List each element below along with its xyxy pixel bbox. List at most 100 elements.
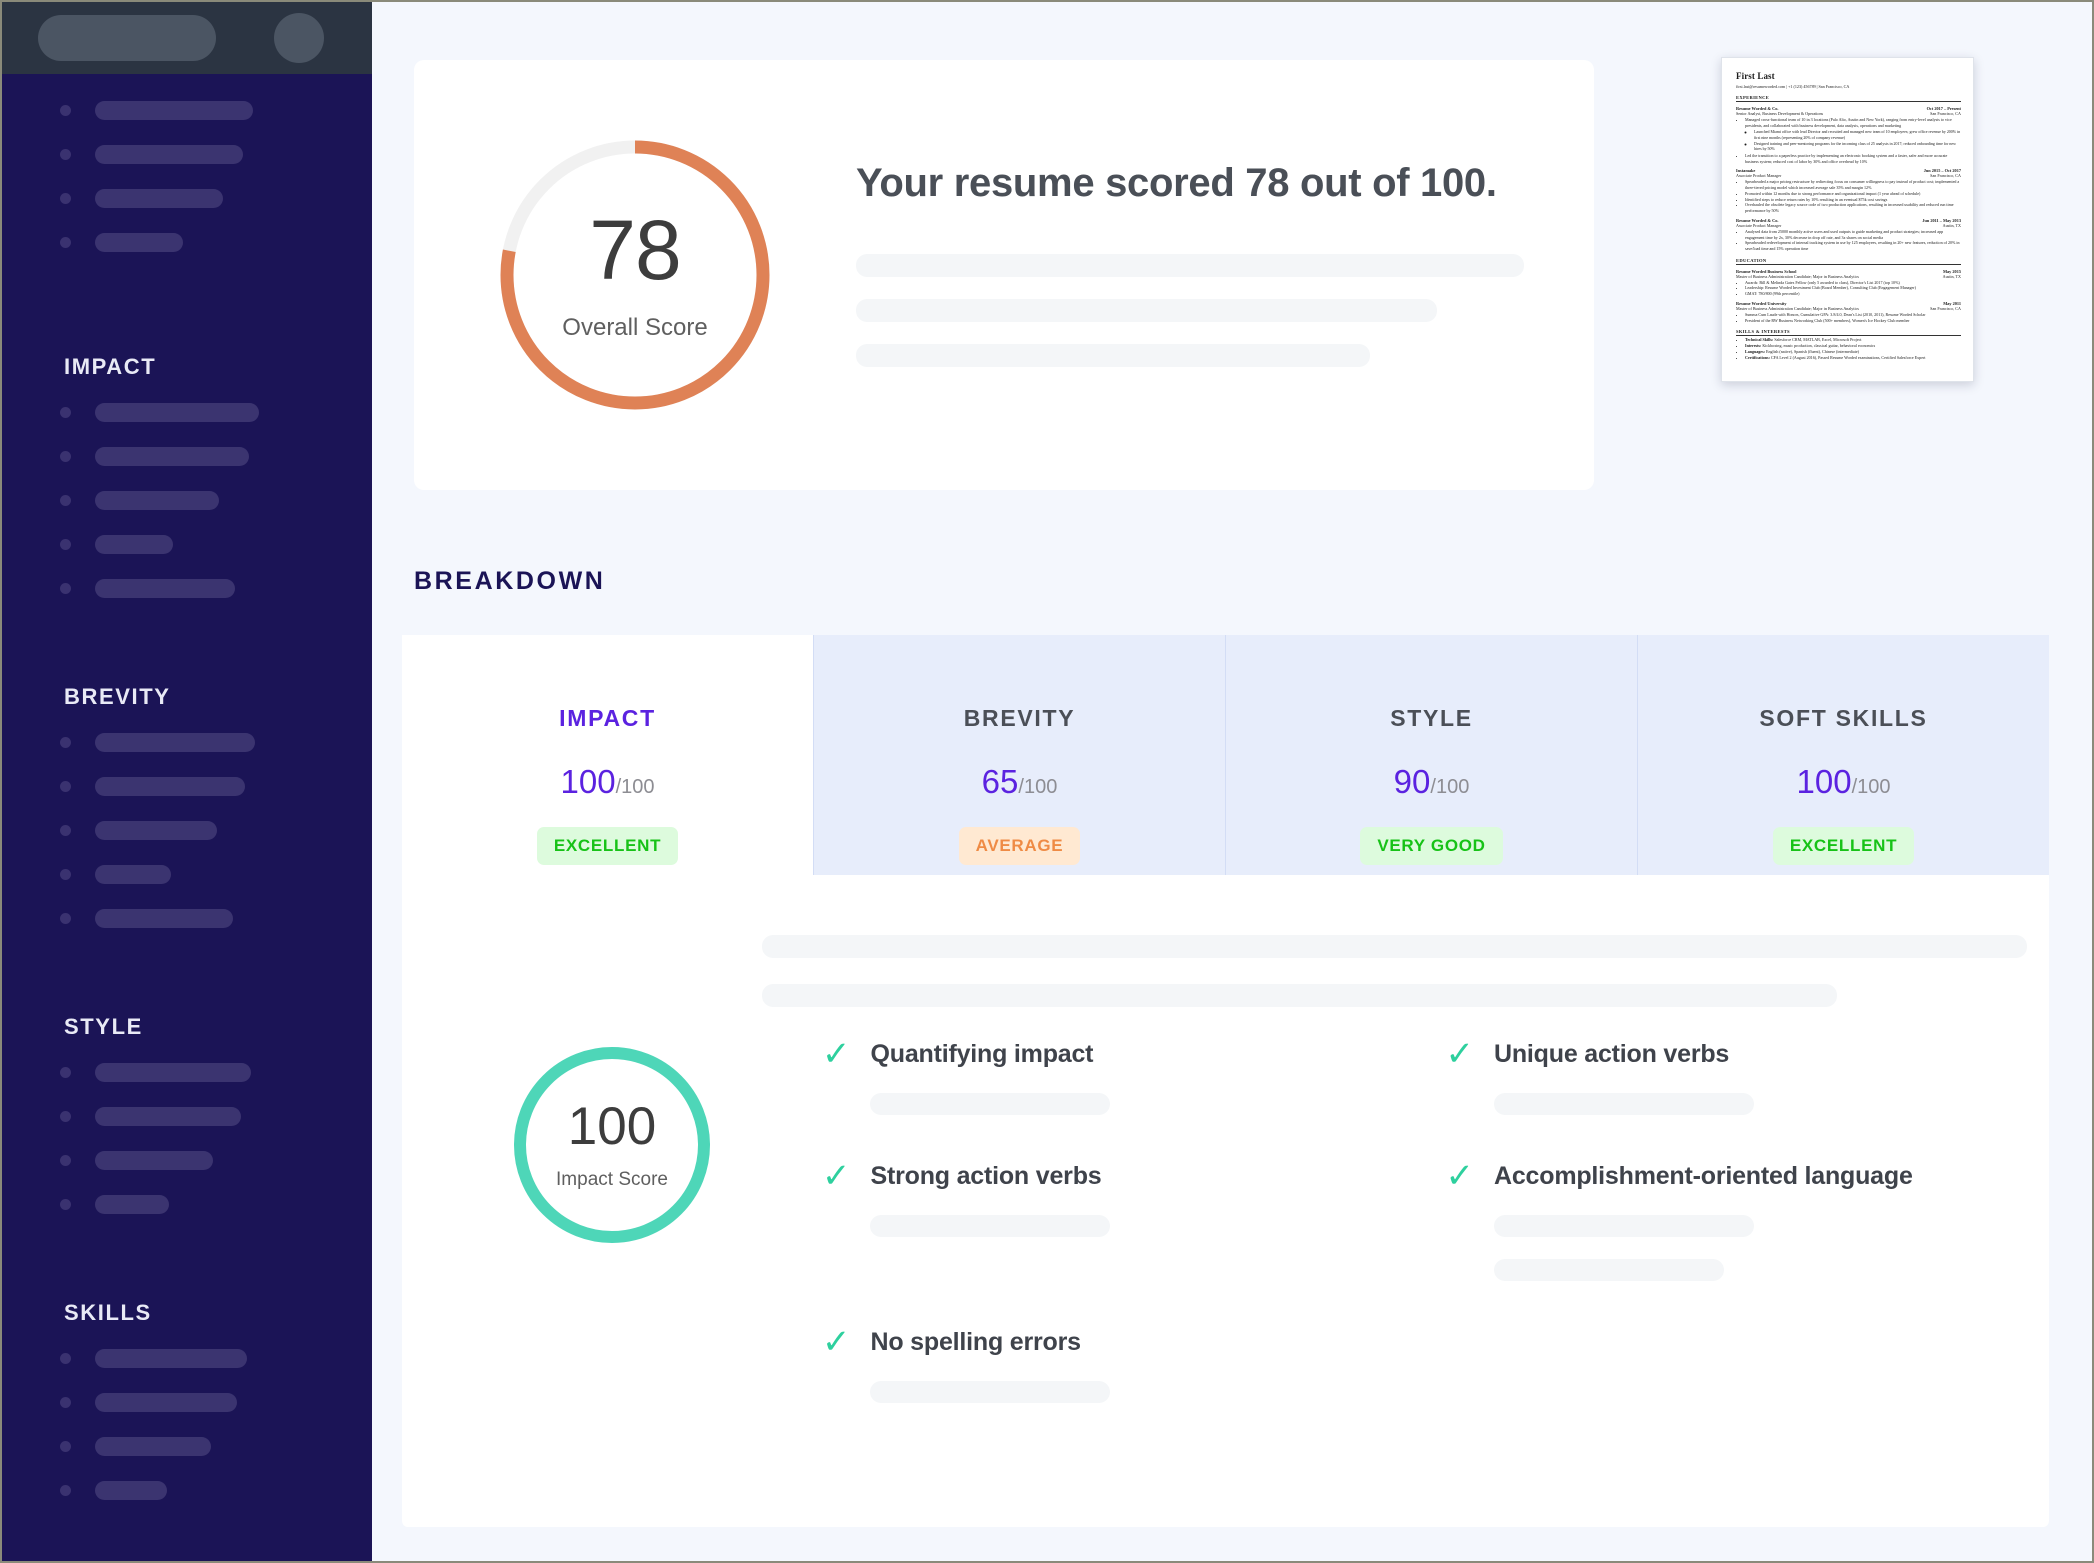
sidebar-item[interactable] xyxy=(2,1146,372,1174)
overall-score-value: 78 xyxy=(589,203,681,297)
score-headline: Your resume scored 78 out of 100. xyxy=(856,161,1497,205)
sidebar: IMPACT BREVITY STYLE SKILLS xyxy=(2,2,372,1561)
sidebar-item-label-placeholder xyxy=(95,776,245,796)
resume-entry-location: San Francisco, CA xyxy=(1930,111,1961,116)
resume-subbullet-list: Launched Miami office with lead Director… xyxy=(1742,129,1961,151)
sidebar-item[interactable] xyxy=(2,816,372,844)
checklist-item: ✓ Quantifying impact xyxy=(822,1037,1404,1115)
sidebar-item[interactable] xyxy=(2,1388,372,1416)
checklist-item-label: Strong action verbs xyxy=(870,1161,1102,1190)
resume-contact: first.last@resumeworded.com | +1 (123) 4… xyxy=(1736,84,1850,89)
tab-score-value: 90 xyxy=(1393,763,1431,800)
sidebar-section-style: STYLE xyxy=(2,1014,372,1300)
sidebar-item[interactable] xyxy=(2,728,372,756)
resume-thumbnail[interactable]: First Last first.last@resumeworded.com |… xyxy=(1721,57,1974,382)
tab-score-value: 65 xyxy=(981,763,1019,800)
resume-bullet: Overhauled the obsolete legacy source co… xyxy=(1745,202,1961,213)
sidebar-item[interactable] xyxy=(2,442,372,470)
sidebar-item[interactable] xyxy=(2,486,372,514)
sidebar-section-heading: IMPACT xyxy=(64,354,157,379)
checklist-item-label: Unique action verbs xyxy=(1494,1039,1730,1068)
skeleton-line xyxy=(762,935,2027,958)
resume-bullet: Analysed data from 25000 monthly active … xyxy=(1745,229,1961,240)
resume-bullet: Spearheaded a major pricing restructure … xyxy=(1745,179,1961,190)
sidebar-item[interactable] xyxy=(2,1190,372,1218)
breakdown-card: IMPACT 100/100 EXCELLENT BREVITY 65/100 AVERA… xyxy=(402,635,2049,1527)
sidebar-item[interactable] xyxy=(2,1344,372,1372)
tab-label: STYLE xyxy=(1390,705,1473,731)
resume-bullet: Managed cross-functional team of 10 in 3… xyxy=(1745,117,1961,128)
sidebar-topbar xyxy=(2,2,372,74)
sidebar-item[interactable] xyxy=(2,1432,372,1460)
impact-score-gauge: 100 Impact Score xyxy=(402,1037,822,1447)
detail-skeleton-lines xyxy=(402,935,2049,1007)
skeleton-line xyxy=(856,254,1524,277)
sidebar-item[interactable] xyxy=(2,1102,372,1130)
sidebar-item[interactable] xyxy=(2,772,372,800)
bullet-icon xyxy=(60,582,71,594)
resume-subbullet: Launched Miami office with lead Director… xyxy=(1754,129,1961,140)
overall-score-card: 78 Overall Score Your resume scored 78 o… xyxy=(414,60,1594,490)
resume-skill-value: Salesforce CRM, MATLAB, Excel, Microsoft… xyxy=(1774,337,1862,343)
sidebar-section-impact: IMPACT xyxy=(2,354,372,684)
resume-entry-role: Master of Business Administration Candid… xyxy=(1736,273,1860,279)
tab-brevity[interactable]: BREVITY 65/100 AVERAGE xyxy=(813,635,1225,875)
bullet-icon xyxy=(60,450,71,462)
resume-skill-value: Kickboxing, music production, classical … xyxy=(1762,343,1876,349)
tab-soft-skills[interactable]: SOFT SKILLS 100/100 EXCELLENT xyxy=(1637,635,2049,875)
resume-section-title: EDUCATION xyxy=(1736,258,1961,265)
tab-style[interactable]: STYLE 90/100 VERY GOOD xyxy=(1225,635,1637,875)
sidebar-item[interactable] xyxy=(2,184,372,212)
resume-entry-location: San Francisco, CA xyxy=(1930,173,1961,179)
sidebar-item[interactable] xyxy=(2,140,372,168)
bullet-icon xyxy=(60,192,71,204)
bullet-icon xyxy=(60,1198,71,1210)
skeleton-line xyxy=(1493,1259,1724,1281)
overall-score-donut: 78 Overall Score xyxy=(490,130,780,420)
check-icon: ✓ xyxy=(1445,1157,1475,1195)
sidebar-item[interactable] xyxy=(2,1476,372,1504)
app-window: IMPACT BREVITY STYLE SKILLS 78 Overall Scor… xyxy=(0,0,2094,1563)
sidebar-item-label-placeholder xyxy=(95,534,173,554)
sidebar-item[interactable] xyxy=(2,860,372,888)
impact-score-label: Impact Score xyxy=(556,1168,668,1190)
tab-impact[interactable]: IMPACT 100/100 EXCELLENT xyxy=(402,635,813,875)
sidebar-item[interactable] xyxy=(2,228,372,256)
resume-bullet-list: Analysed data from 25000 monthly active … xyxy=(1742,229,1961,252)
tab-score-denominator: /100 xyxy=(1430,776,1470,798)
resume-skills-list: Technical Skills: Salesforce CRM, MATLAB… xyxy=(1742,337,1961,360)
sidebar-nav[interactable]: IMPACT BREVITY STYLE SKILLS xyxy=(2,74,372,1561)
impact-checklist: ✓ Quantifying impact ✓ Unique action verbs ✓… xyxy=(822,1037,2049,1447)
sidebar-item[interactable] xyxy=(2,96,372,124)
sidebar-item[interactable] xyxy=(2,574,372,602)
bullet-icon xyxy=(60,1396,71,1408)
checklist-item-label: Quantifying impact xyxy=(870,1039,1094,1068)
sidebar-section-heading: BREVITY xyxy=(64,684,171,709)
sidebar-item[interactable] xyxy=(2,398,372,426)
resume-skill-label: Certifications: xyxy=(1745,354,1771,360)
bullet-icon xyxy=(60,538,71,550)
resume-entry-subheader: Associate Product Manager San Francisco, … xyxy=(1736,173,1961,178)
resume-bullet-list: Summa Cum Laude with Honors, Cumulative … xyxy=(1742,312,1961,323)
resume-bullet-list: Managed cross-functional team of 10 in 3… xyxy=(1742,117,1961,128)
checklist-item-label: No spelling errors xyxy=(870,1327,1082,1356)
sidebar-item[interactable] xyxy=(2,904,372,932)
bullet-icon xyxy=(60,1484,71,1496)
resume-section-title: SKILLS & INTERESTS xyxy=(1736,329,1961,337)
breakdown-tabs[interactable]: IMPACT 100/100 EXCELLENT BREVITY 65/100 AVERA… xyxy=(402,635,2049,875)
bullet-icon xyxy=(60,868,71,880)
sidebar-item[interactable] xyxy=(2,1058,372,1086)
bullet-icon xyxy=(60,1066,71,1078)
avatar[interactable] xyxy=(274,13,324,63)
skeleton-line xyxy=(856,299,1438,322)
status-badge: EXCELLENT xyxy=(1772,827,1915,865)
logo-placeholder[interactable] xyxy=(38,15,216,61)
sidebar-item-label-placeholder xyxy=(95,100,253,120)
check-icon: ✓ xyxy=(822,1323,851,1361)
sidebar-section-heading: SKILLS xyxy=(64,1300,152,1325)
sidebar-item[interactable] xyxy=(2,530,372,558)
overall-score-label: Overall Score xyxy=(562,314,708,341)
